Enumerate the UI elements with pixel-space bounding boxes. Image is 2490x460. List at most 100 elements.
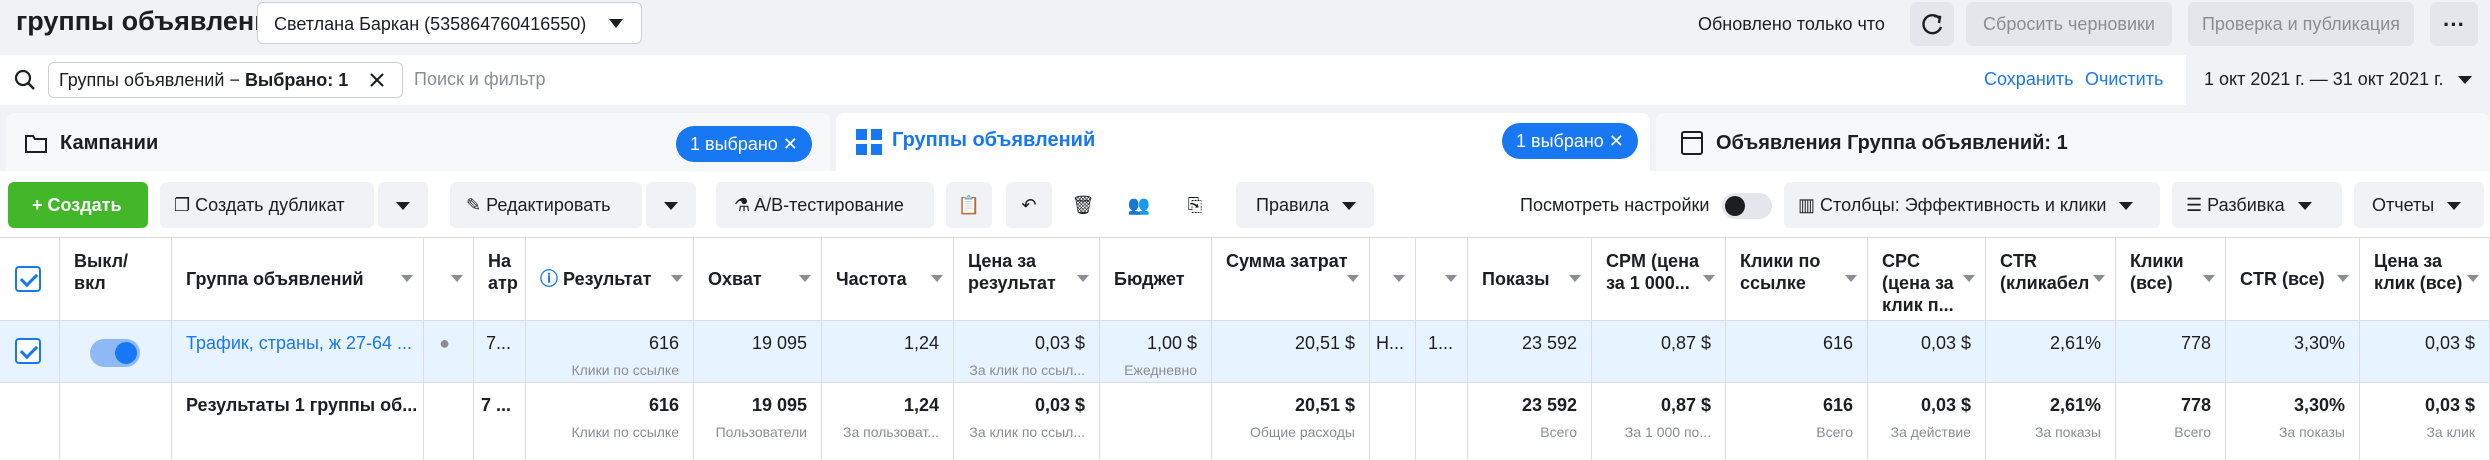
- edit-button[interactable]: ✎ Редактировать: [450, 182, 642, 228]
- tab-ads-label: Объявления Группа объявлений: 1: [1716, 132, 2068, 154]
- header-col-h[interactable]: [1370, 238, 1416, 321]
- header-budget[interactable]: Бюджет: [1100, 238, 1212, 321]
- row-cost-per-result: 0,03 $ За клик по ссыл...: [954, 321, 1100, 383]
- refresh-icon: [1922, 13, 1943, 35]
- header-clicks-all[interactable]: Клики (все): [2116, 238, 2226, 321]
- row-name[interactable]: Трафик, страны, ж 27-64 ...: [172, 321, 424, 383]
- header-col-c[interactable]: [424, 238, 474, 321]
- updated-status: Обновлено только что: [1698, 14, 1885, 34]
- tab-ads[interactable]: Объявления Группа объявлений: 1: [1656, 113, 2490, 171]
- filter-chip[interactable]: Группы объявлений − Выбрано: 1: [48, 62, 403, 98]
- undo-button[interactable]: ↶: [1006, 182, 1052, 228]
- review-publish-button[interactable]: Проверка и публикация: [2188, 2, 2414, 46]
- totals-link-clicks-sub: Всего: [1816, 424, 1853, 440]
- clear-filter-link[interactable]: Очистить: [2085, 69, 2163, 90]
- header-cpc-all[interactable]: Цена за клик (все): [2360, 238, 2490, 321]
- toolbar: + Создать ❐ Создать дубликат ✎ Редактиро…: [0, 171, 2490, 237]
- header-amount-spent[interactable]: Сумма затрат: [1212, 238, 1370, 321]
- header-impressions[interactable]: Показы: [1468, 238, 1592, 321]
- refresh-button[interactable]: [1910, 2, 1954, 46]
- ad-icon: [1681, 131, 1703, 155]
- row-col-i: 1...: [1416, 321, 1468, 383]
- campaigns-selected-badge[interactable]: 1 выбрано ✕: [676, 126, 812, 162]
- adsets-table: Выкл/вкл Группа объявлений На атр ⓘ Резу…: [0, 237, 2490, 460]
- duplicate-icon: ❐: [174, 195, 191, 215]
- duplicate-dropdown[interactable]: [378, 182, 428, 228]
- campaigns-selected-label: 1 выбрано: [690, 134, 778, 154]
- header-cost-per-result[interactable]: Цена за результат: [954, 238, 1100, 321]
- header-delivery[interactable]: На атр: [474, 238, 526, 321]
- header-cpr-label: Цена за результат: [968, 251, 1056, 293]
- tab-adsets[interactable]: Группы объявлений 1 выбрано ✕: [836, 113, 1650, 171]
- create-label: Создать: [47, 195, 122, 215]
- totals-reach-sub: Пользователи: [715, 424, 807, 440]
- totals-cpc-all-sub: За клик: [2426, 424, 2475, 440]
- adsets-selected-badge[interactable]: 1 выбрано ✕: [1502, 123, 1638, 159]
- duplicate-button[interactable]: ❐ Создать дубликат: [160, 182, 374, 228]
- header-frequency[interactable]: Частота: [822, 238, 954, 321]
- header-result[interactable]: ⓘ Результат: [526, 238, 694, 321]
- close-icon[interactable]: [369, 72, 385, 88]
- create-button[interactable]: + Создать: [8, 182, 148, 228]
- header-name[interactable]: Группа объявлений: [172, 238, 424, 321]
- table-row[interactable]: Трафик, страны, ж 27-64 ... ● 7... 616 Кл…: [0, 321, 2490, 383]
- header-delivery-label: На атр: [488, 251, 518, 293]
- ab-test-button[interactable]: ⚗ A/B-тестирование: [716, 182, 934, 228]
- archive-button[interactable]: 📋: [946, 182, 992, 228]
- header-cpc[interactable]: CPC (цена за клик п...: [1868, 238, 1986, 321]
- adsets-selected-label: 1 выбрано: [1516, 131, 1604, 151]
- header-col-i[interactable]: [1416, 238, 1468, 321]
- discard-drafts-button[interactable]: Сбросить черновики: [1966, 2, 2172, 46]
- plus-icon: +: [32, 195, 43, 215]
- row-budget-value: 1,00 $: [1146, 333, 1197, 353]
- totals-ctr: 2,61% За показы: [1986, 383, 2116, 460]
- header-ctr[interactable]: CTR (кликабел: [1986, 238, 2116, 321]
- totals-ctr-all-sub: За показы: [2278, 424, 2345, 440]
- tab-campaigns[interactable]: Кампании 1 выбрано ✕: [6, 113, 830, 171]
- header-cpm[interactable]: CPM (цена за 1 000...: [1592, 238, 1726, 321]
- reports-button[interactable]: Отчеты: [2354, 182, 2484, 228]
- more-button[interactable]: ···: [2430, 2, 2478, 46]
- header-impressions-label: Показы: [1482, 269, 1550, 289]
- totals-reach-value: 19 095: [751, 395, 807, 415]
- totals-col-h: [1370, 383, 1416, 460]
- header-reach[interactable]: Охват: [694, 238, 822, 321]
- sort-icon: [2093, 275, 2105, 282]
- audience-button[interactable]: 👥: [1116, 182, 1162, 228]
- more-icon: ···: [2443, 12, 2465, 37]
- header-toggle[interactable]: Выкл/вкл: [60, 238, 172, 321]
- delete-button[interactable]: 🗑: [1060, 182, 1106, 228]
- sort-icon: [1703, 275, 1715, 282]
- account-selector[interactable]: Светлана Баркан (535864760416550): [257, 2, 642, 44]
- columns-button[interactable]: ▥ Столбцы: Эффективность и клики: [1784, 182, 2160, 228]
- edit-dropdown[interactable]: [646, 182, 696, 228]
- row-link-clicks: 616: [1726, 321, 1868, 383]
- chevron-down-icon: [2447, 202, 2462, 211]
- sort-icon: [2203, 275, 2215, 282]
- preview-button[interactable]: ⎘: [1172, 182, 1218, 228]
- view-settings-toggle[interactable]: [1722, 193, 1772, 219]
- breakdown-button[interactable]: ☰ Разбивка: [2172, 182, 2342, 228]
- select-all-checkbox[interactable]: [15, 266, 41, 292]
- flask-icon: ⚗: [734, 195, 751, 215]
- chevron-down-icon: [609, 19, 623, 28]
- row-cpr-sub: За клик по ссыл...: [969, 362, 1085, 378]
- row-toggle[interactable]: [90, 339, 140, 367]
- row-cpr-value: 0,03 $: [1034, 333, 1085, 353]
- header-link-clicks[interactable]: Клики по ссылке: [1726, 238, 1868, 321]
- sort-icon: [401, 275, 413, 282]
- rules-button[interactable]: Правила: [1236, 182, 1374, 228]
- date-range-picker[interactable]: 1 окт 2021 г. — 31 окт 2021 г.: [2186, 55, 2490, 105]
- header-ctr-all[interactable]: CTR (все): [2226, 238, 2360, 321]
- totals-reach: 19 095 Пользователи: [694, 383, 822, 460]
- search-input[interactable]: Поиск и фильтр: [414, 69, 546, 90]
- totals-delivery: 7 ...: [474, 383, 526, 460]
- row-checkbox[interactable]: [15, 338, 41, 364]
- preview-icon: ⎘: [1187, 195, 1203, 215]
- sort-icon: [931, 275, 943, 282]
- folder-icon: [25, 135, 47, 153]
- totals-link-clicks-value: 616: [1822, 395, 1853, 415]
- totals-toggle-cell: [60, 383, 172, 460]
- duplicate-label: Создать дубликат: [195, 195, 345, 215]
- save-filter-link[interactable]: Сохранить: [1984, 69, 2073, 90]
